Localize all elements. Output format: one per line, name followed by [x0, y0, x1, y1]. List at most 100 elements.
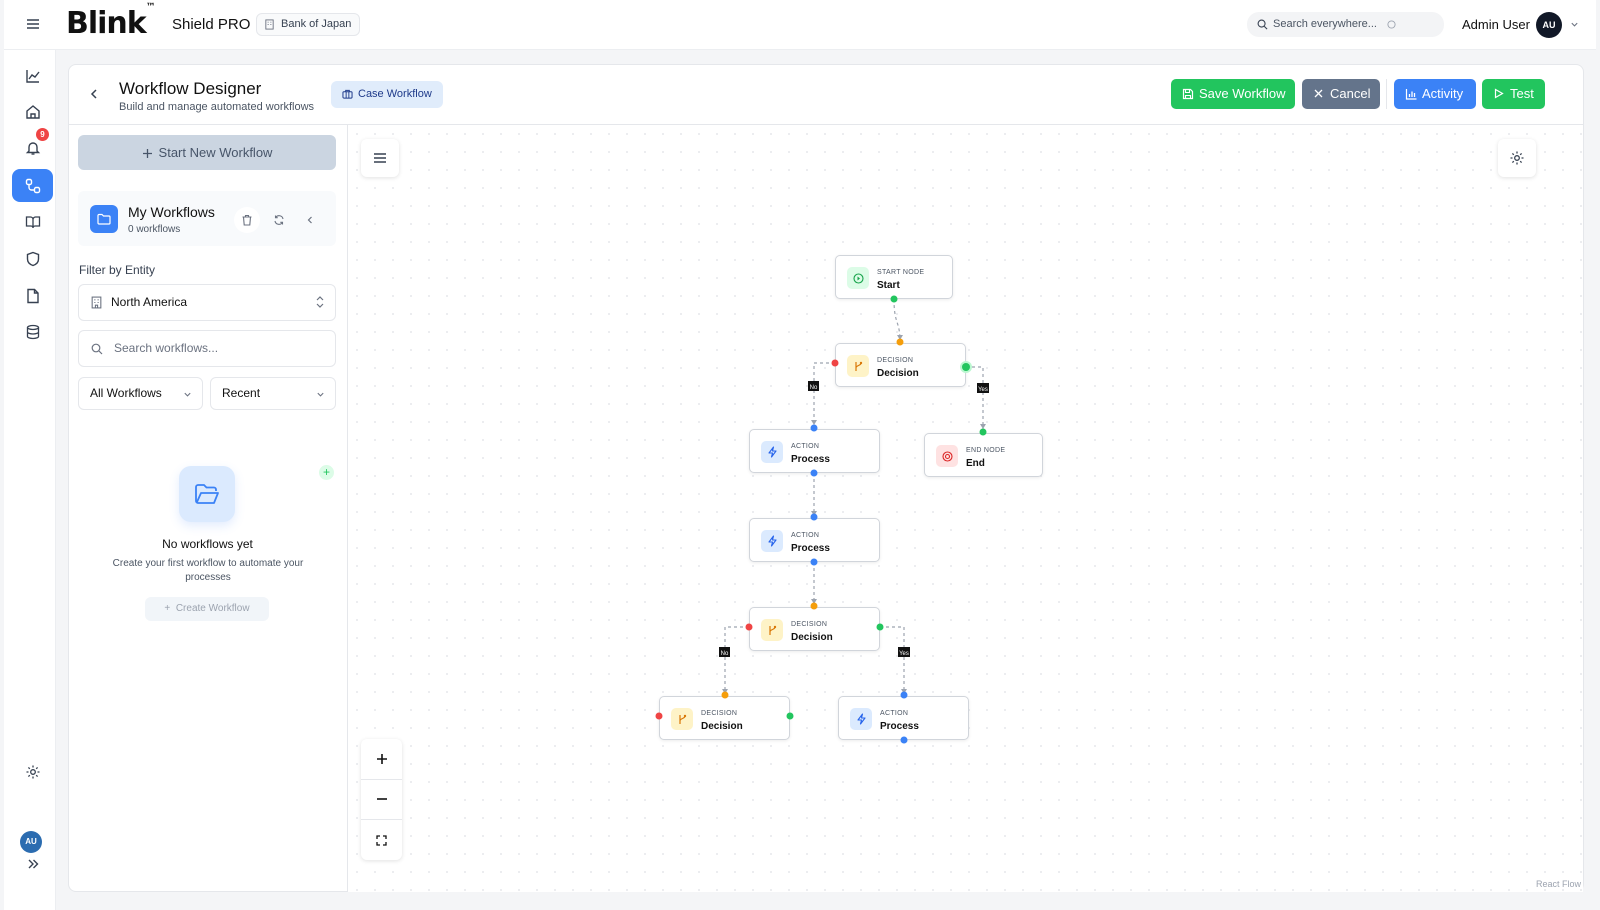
- react-flow-attribution[interactable]: React Flow: [1536, 879, 1581, 889]
- entity-select[interactable]: North America: [78, 284, 336, 321]
- empty-state-title: No workflows yet: [162, 537, 253, 551]
- workflow-icon: [25, 178, 40, 193]
- refresh-icon: [274, 215, 284, 225]
- sort-value: Recent: [222, 386, 261, 400]
- app-logo[interactable]: Blink™: [66, 2, 156, 41]
- start-new-workflow-label: Start New Workflow: [158, 145, 273, 160]
- menu-icon[interactable]: [26, 17, 40, 31]
- book-icon: [25, 215, 40, 228]
- chevron-up-down-icon: [316, 296, 324, 308]
- collapse-panel-button[interactable]: [297, 207, 323, 233]
- global-search[interactable]: Search everywhere...: [1247, 12, 1444, 37]
- handle-source: [810, 558, 818, 566]
- my-workflows-count: 0 workflows: [128, 224, 181, 235]
- filter-by-entity-label: Filter by Entity: [79, 263, 156, 277]
- handle-target: [896, 338, 904, 346]
- activity-label: Activity: [1422, 86, 1464, 101]
- handle-target: [810, 513, 818, 521]
- nav-library[interactable]: [12, 205, 53, 238]
- minus-icon: [376, 798, 387, 800]
- nav-analytics[interactable]: [12, 59, 53, 92]
- fit-view-button[interactable]: [361, 820, 402, 860]
- nav-rail: 9 AU: [4, 50, 56, 910]
- test-label: Test: [1510, 86, 1534, 101]
- workflow-type-value: All Workflows: [90, 386, 162, 400]
- settings-icon: [26, 765, 39, 778]
- shortcut-icon: [1387, 20, 1396, 29]
- case-workflow-chip[interactable]: Case Workflow: [331, 81, 443, 108]
- handle-target: [721, 691, 729, 699]
- shield-icon: [26, 251, 39, 266]
- expand-icon: [28, 859, 38, 868]
- page-title: Workflow Designer: [119, 79, 262, 98]
- gear-icon: [1510, 151, 1524, 165]
- user-name[interactable]: Admin User: [1462, 17, 1530, 32]
- user-avatar[interactable]: AU: [1536, 12, 1562, 38]
- chevron-down-icon: [184, 392, 191, 397]
- my-workflows-title: My Workflows: [128, 204, 215, 220]
- play-icon: [1494, 88, 1504, 99]
- back-icon[interactable]: [87, 87, 101, 101]
- nav-expand[interactable]: [12, 847, 53, 880]
- workflow-search-placeholder: Search workflows...: [114, 341, 219, 355]
- workflow-canvas[interactable]: No Yes No Yes START NODE Start DECISION …: [348, 125, 1583, 892]
- activity-button[interactable]: Activity: [1394, 79, 1476, 109]
- zoom-in-button[interactable]: [361, 739, 402, 779]
- save-workflow-button[interactable]: Save Workflow: [1171, 79, 1295, 109]
- cancel-button[interactable]: Cancel: [1302, 79, 1380, 109]
- refresh-button[interactable]: [266, 207, 292, 233]
- nav-workflows[interactable]: [12, 169, 53, 202]
- bell-icon: [25, 141, 40, 155]
- nav-documents[interactable]: [12, 279, 53, 312]
- workflow-sidebar: Start New Workflow My Workflows 0 workfl…: [69, 125, 348, 892]
- nav-notifications[interactable]: 9: [12, 128, 53, 164]
- briefcase-icon: [342, 89, 353, 99]
- nav-home[interactable]: [12, 95, 53, 128]
- global-search-placeholder: Search everywhere...: [1273, 18, 1377, 30]
- file-icon: [26, 288, 39, 303]
- entity-select-value: North America: [111, 295, 188, 309]
- create-workflow-button[interactable]: + Create Workflow: [145, 597, 269, 621]
- organization-chip[interactable]: Bank of Japan: [256, 13, 361, 36]
- nav-security[interactable]: [12, 242, 53, 275]
- page-subtitle: Build and manage automated workflows: [119, 101, 315, 113]
- test-button[interactable]: Test: [1482, 79, 1545, 109]
- plus-icon: [376, 754, 387, 764]
- building-icon: [265, 19, 274, 30]
- trash-icon: [242, 214, 252, 226]
- my-workflows-panel: My Workflows 0 workflows: [78, 191, 336, 246]
- search-icon: [1257, 19, 1268, 30]
- fit-view-icon: [376, 834, 387, 846]
- node-handles: [655, 295, 987, 744]
- building-icon: [91, 296, 102, 309]
- plus-icon: [142, 149, 152, 158]
- handle-target: [810, 424, 818, 432]
- case-workflow-label: Case Workflow: [358, 88, 432, 100]
- chevron-down-icon[interactable]: [1570, 20, 1579, 29]
- canvas-settings-button[interactable]: [1498, 139, 1536, 177]
- search-icon: [91, 343, 103, 355]
- zoom-out-button[interactable]: [361, 779, 402, 819]
- product-name: Shield PRO: [172, 16, 251, 33]
- top-bar: Blink™ Shield PRO Bank of Japan Search e…: [4, 0, 1596, 50]
- handle-no: [745, 623, 753, 631]
- cancel-label: Cancel: [1330, 86, 1371, 101]
- chart-icon: [25, 69, 40, 83]
- workflow-type-dropdown[interactable]: All Workflows: [78, 377, 203, 410]
- delete-button[interactable]: [234, 207, 260, 233]
- nav-database[interactable]: [12, 315, 53, 348]
- nav-settings[interactable]: [12, 755, 53, 788]
- handle-source: [890, 295, 898, 303]
- sort-dropdown[interactable]: Recent: [210, 377, 336, 410]
- save-workflow-label: Save Workflow: [1199, 86, 1286, 101]
- start-new-workflow-button[interactable]: Start New Workflow: [78, 135, 336, 170]
- header-divider: [1386, 79, 1387, 109]
- workflow-search-input[interactable]: Search workflows...: [78, 330, 336, 367]
- add-workflow-mini-button[interactable]: +: [319, 465, 334, 480]
- home-icon: [25, 104, 40, 119]
- handle-source: [900, 736, 908, 744]
- menu-icon: [374, 153, 386, 163]
- canvas-menu-button[interactable]: [361, 139, 399, 177]
- chevron-left-icon: [307, 216, 312, 224]
- create-workflow-label: Create Workflow: [175, 603, 250, 614]
